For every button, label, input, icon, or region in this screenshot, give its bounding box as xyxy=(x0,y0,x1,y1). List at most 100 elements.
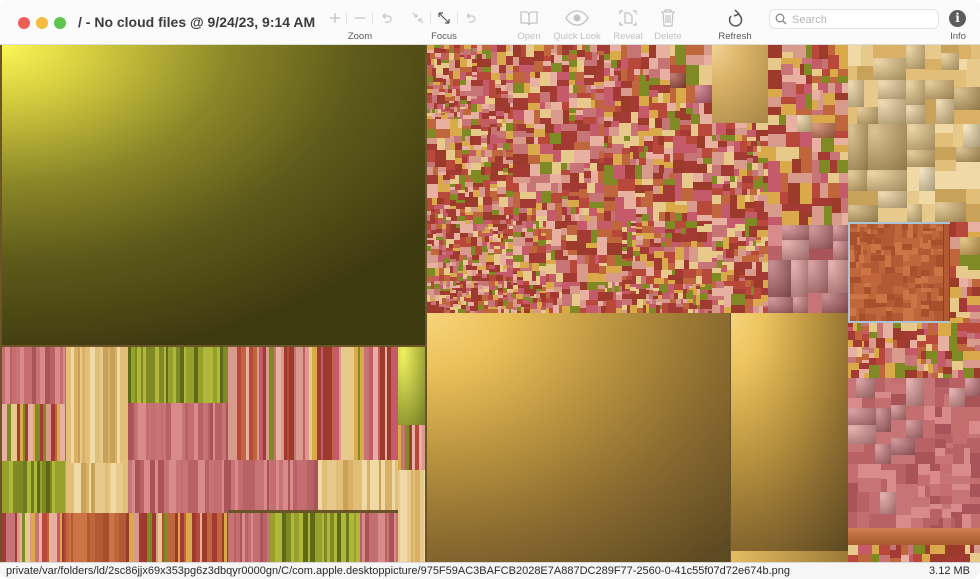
treemap-tile[interactable] xyxy=(812,115,835,123)
treemap-tile[interactable] xyxy=(782,204,799,211)
treemap-tile[interactable] xyxy=(959,278,968,287)
treemap-tile[interactable] xyxy=(738,249,746,256)
treemap-tile[interactable] xyxy=(935,202,966,222)
treemap-tile[interactable] xyxy=(506,175,513,183)
treemap-tile[interactable] xyxy=(586,305,598,313)
treemap-tile[interactable] xyxy=(780,192,788,204)
treemap-tile[interactable] xyxy=(702,148,712,158)
treemap-tile[interactable] xyxy=(641,45,649,53)
treemap-tile[interactable] xyxy=(871,261,879,273)
treemap-block-large-gold[interactable] xyxy=(427,313,730,562)
treemap-tile[interactable] xyxy=(513,199,520,208)
treemap-tile[interactable] xyxy=(609,127,619,136)
treemap-tile[interactable] xyxy=(907,167,919,191)
treemap-tile[interactable] xyxy=(782,240,809,260)
treemap-tile[interactable] xyxy=(963,554,970,562)
treemap-tile[interactable] xyxy=(971,464,980,478)
treemap-tile[interactable] xyxy=(460,59,467,67)
treemap-tile[interactable] xyxy=(551,183,558,193)
treemap-tile[interactable] xyxy=(471,129,481,136)
treemap-tile[interactable] xyxy=(555,203,562,210)
treemap-tile[interactable] xyxy=(712,152,724,165)
treemap-tile[interactable] xyxy=(730,209,738,218)
treemap-tile[interactable] xyxy=(839,173,848,183)
treemap-tile[interactable] xyxy=(761,288,768,295)
treemap-tile[interactable] xyxy=(828,45,835,55)
treemap-tile[interactable] xyxy=(951,407,969,421)
treemap-tile[interactable] xyxy=(595,183,604,193)
treemap-tile[interactable] xyxy=(513,154,528,164)
treemap-tile[interactable] xyxy=(971,45,980,59)
treemap-tile[interactable] xyxy=(921,317,929,321)
treemap-tile[interactable] xyxy=(621,81,632,88)
treemap-tile[interactable] xyxy=(887,479,896,492)
treemap-tile[interactable] xyxy=(526,49,534,57)
treemap-tile[interactable] xyxy=(569,183,579,192)
treemap-tile[interactable] xyxy=(712,273,721,281)
treemap-tile[interactable] xyxy=(895,363,905,378)
treemap-tile[interactable] xyxy=(864,287,871,294)
treemap-tile[interactable] xyxy=(698,262,712,269)
treemap-tile[interactable] xyxy=(538,137,545,144)
treemap-tile[interactable] xyxy=(819,160,830,173)
treemap-tile[interactable] xyxy=(812,173,821,183)
treemap-tile[interactable] xyxy=(630,136,639,146)
treemap-tile[interactable] xyxy=(881,273,893,287)
treemap-tile[interactable] xyxy=(879,555,890,562)
treemap-tile[interactable] xyxy=(913,554,922,562)
treemap-tile[interactable] xyxy=(967,171,980,189)
treemap-tile[interactable] xyxy=(697,136,705,148)
treemap-tile[interactable] xyxy=(649,103,658,110)
treemap-block-large-yellow[interactable] xyxy=(2,45,425,345)
treemap-tile[interactable] xyxy=(691,124,698,136)
treemap-tile[interactable] xyxy=(649,308,656,313)
treemap-tile[interactable] xyxy=(427,150,435,162)
treemap-tile[interactable] xyxy=(792,147,799,159)
treemap-tile[interactable] xyxy=(869,492,880,514)
treemap-tile[interactable] xyxy=(950,249,960,266)
treemap-tile[interactable] xyxy=(935,456,945,464)
treemap-tile[interactable] xyxy=(848,347,857,357)
treemap-tile[interactable] xyxy=(624,197,636,209)
treemap-tile[interactable] xyxy=(653,186,660,194)
treemap-tile[interactable] xyxy=(712,165,721,176)
treemap-tile[interactable] xyxy=(958,545,965,554)
treemap-tile[interactable] xyxy=(936,99,954,124)
treemap-tile[interactable] xyxy=(534,129,545,137)
treemap-block-gold-strip[interactable] xyxy=(731,551,849,562)
zoom-back-button[interactable] xyxy=(380,8,392,28)
treemap-tile[interactable] xyxy=(896,497,911,508)
treemap-tile[interactable] xyxy=(965,396,980,407)
treemap-tile[interactable] xyxy=(881,470,896,479)
treemap-tile[interactable] xyxy=(968,222,980,232)
treemap-tile[interactable] xyxy=(891,255,903,267)
treemap-tile[interactable] xyxy=(830,69,838,77)
treemap-tile[interactable] xyxy=(621,58,628,69)
treemap-tile[interactable] xyxy=(537,246,546,253)
treemap-tile[interactable] xyxy=(967,296,980,305)
treemap-tile[interactable] xyxy=(586,248,597,255)
treemap-tile[interactable] xyxy=(885,363,895,378)
treemap-tile[interactable] xyxy=(535,253,546,263)
treemap-tile[interactable] xyxy=(658,58,670,69)
treemap-tile[interactable] xyxy=(796,75,806,84)
treemap-tile[interactable] xyxy=(587,183,595,193)
treemap-tile[interactable] xyxy=(597,213,604,221)
treemap-tile[interactable] xyxy=(848,464,858,483)
treemap-tile[interactable] xyxy=(712,204,722,218)
close-window-button[interactable] xyxy=(18,17,30,29)
treemap-tile[interactable] xyxy=(606,273,622,282)
treemap-tile[interactable] xyxy=(788,183,800,204)
treemap-tile[interactable] xyxy=(959,45,971,59)
treemap-tile[interactable] xyxy=(686,45,704,55)
treemap-tile[interactable] xyxy=(939,288,943,296)
treemap-tile[interactable] xyxy=(945,351,952,359)
treemap-tile[interactable] xyxy=(649,90,658,97)
treemap-tile[interactable] xyxy=(653,194,666,202)
treemap-tile[interactable] xyxy=(653,202,666,212)
treemap-tile[interactable] xyxy=(745,218,757,226)
treemap-tile[interactable] xyxy=(604,211,611,221)
treemap-tile[interactable] xyxy=(65,404,66,461)
treemap-tile[interactable] xyxy=(675,188,682,201)
treemap-tile[interactable] xyxy=(952,464,971,476)
